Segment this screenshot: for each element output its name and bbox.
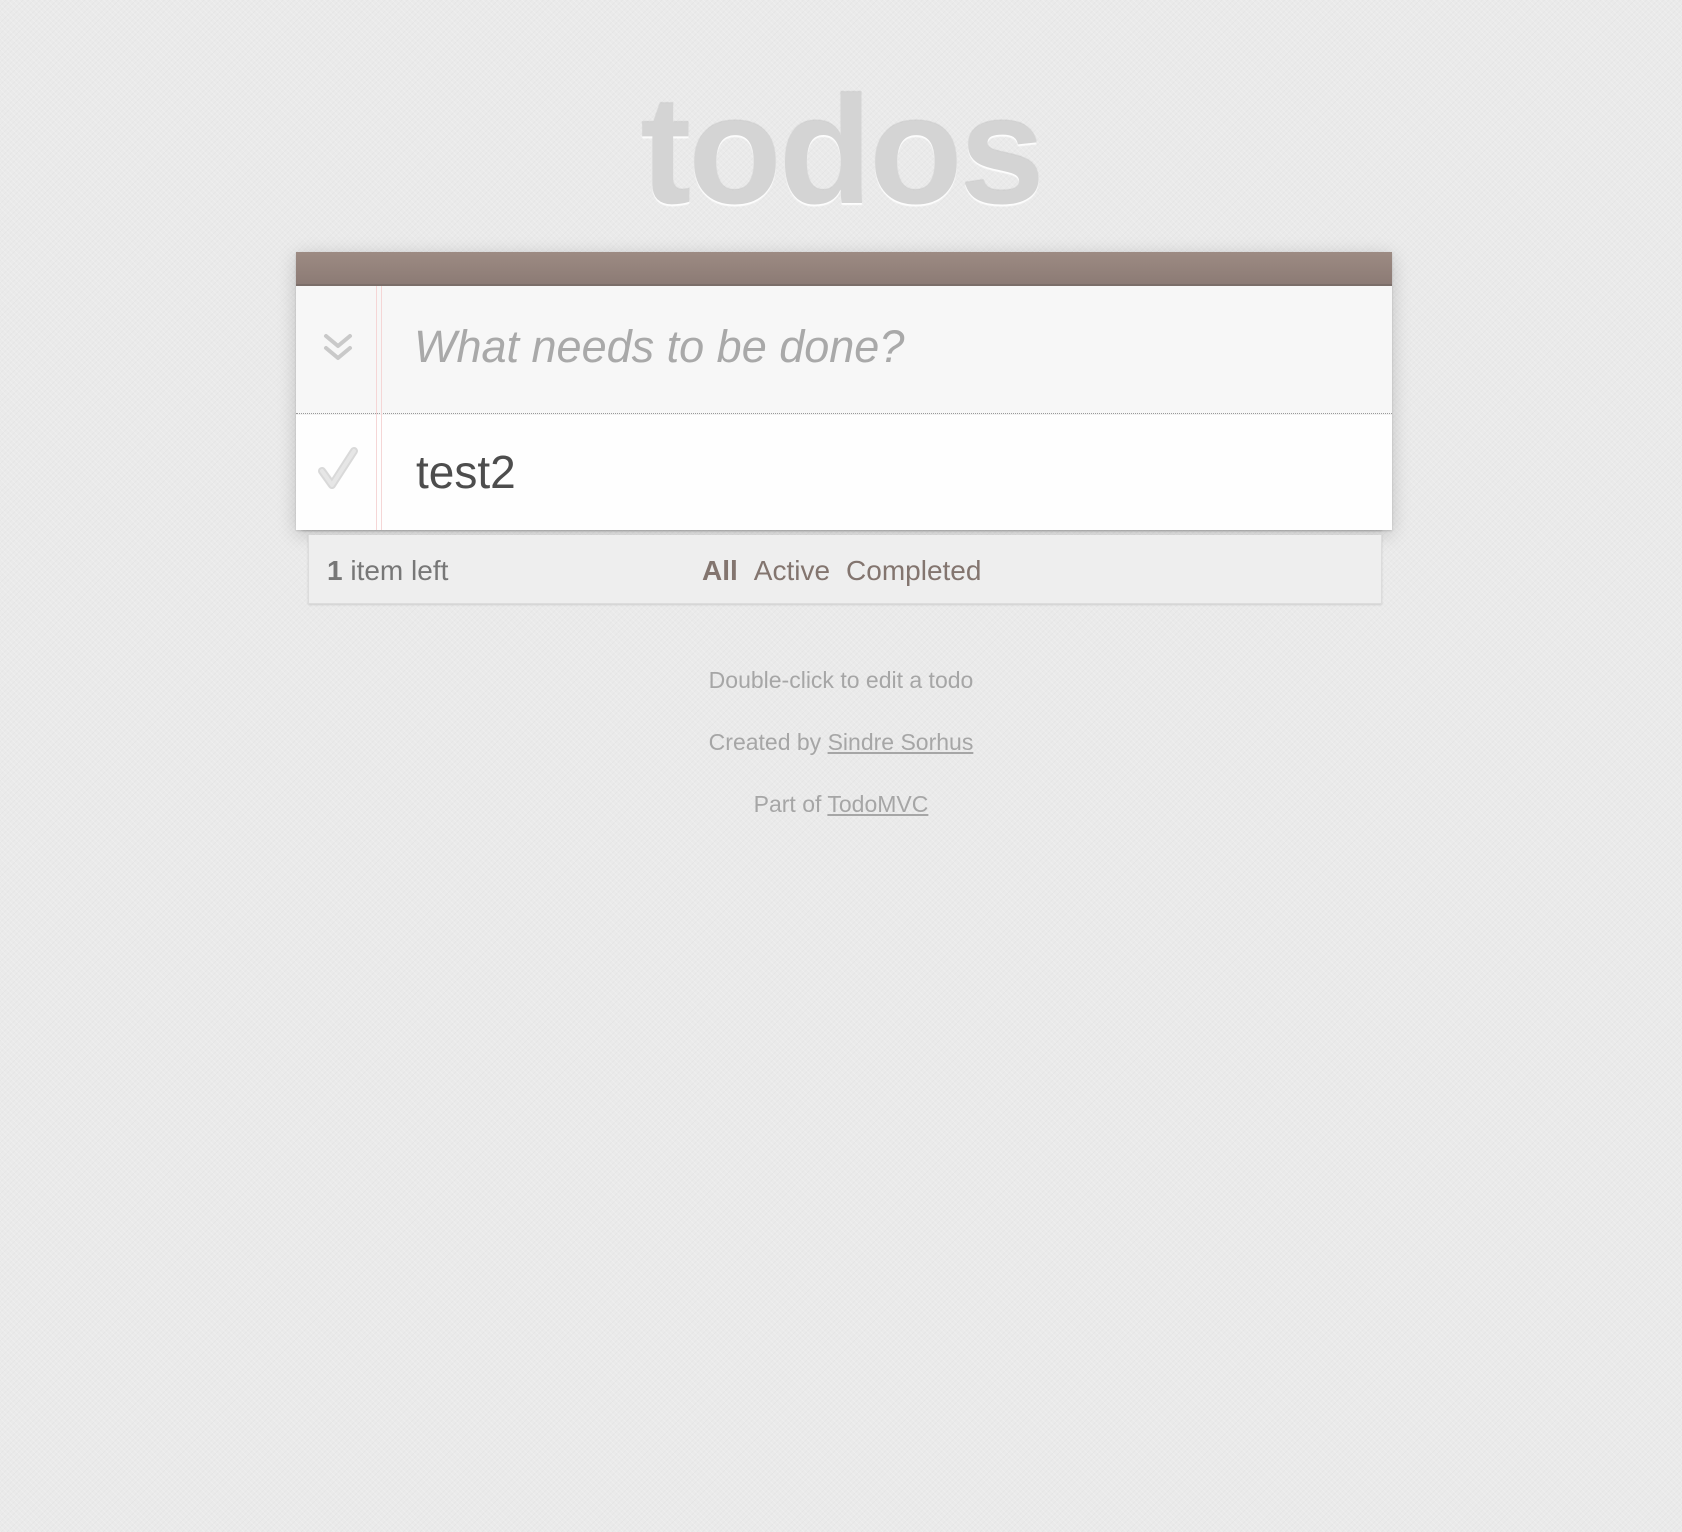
filter-active[interactable]: Active <box>754 555 830 586</box>
filter-item: Completed <box>846 557 981 585</box>
checkmark-icon[interactable] <box>316 441 364 497</box>
todo-app: test2 <box>296 252 1392 530</box>
margin-line <box>376 286 377 530</box>
part-of: Part of TodoMVC <box>0 793 1682 816</box>
filters: All Active Completed <box>702 557 981 585</box>
part-of-prefix: Part of <box>753 791 828 817</box>
todo-count-label: item left <box>342 555 449 586</box>
header-bar <box>296 252 1392 286</box>
author-link[interactable]: Sindre Sorhus <box>828 729 974 755</box>
todo-label[interactable]: test2 <box>416 449 516 495</box>
new-todo-input[interactable] <box>414 312 1354 382</box>
edit-hint: Double-click to edit a todo <box>708 667 974 693</box>
todomvc-link[interactable]: TodoMVC <box>827 791 928 817</box>
filter-item: All <box>702 557 738 585</box>
filter-completed[interactable]: Completed <box>846 555 981 586</box>
app-title: todos <box>640 65 1044 236</box>
double-chevron-down-icon[interactable] <box>320 330 356 366</box>
todo-count-number: 1 <box>327 555 343 586</box>
todo-item[interactable]: test2 <box>296 414 1392 531</box>
filter-all[interactable]: All <box>702 555 738 586</box>
filter-item: Active <box>754 557 830 585</box>
margin-line <box>381 286 382 530</box>
footer: 1 item left All Active Completed <box>308 535 1382 604</box>
created-by: Created by Sindre Sorhus <box>0 731 1682 754</box>
created-by-prefix: Created by <box>708 729 828 755</box>
todo-list: test2 <box>296 414 1392 530</box>
todo-count: 1 item left <box>327 557 448 585</box>
